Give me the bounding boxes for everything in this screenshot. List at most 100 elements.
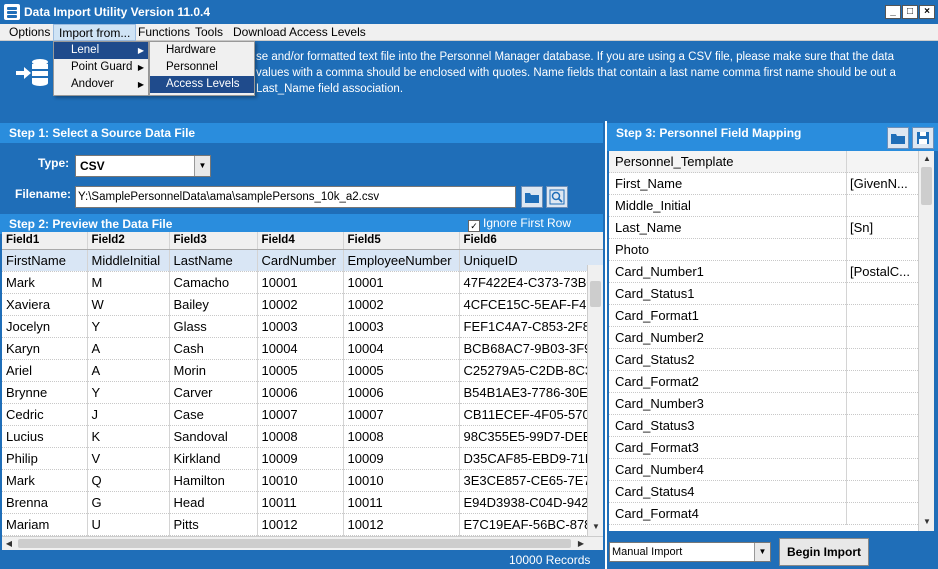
table-row[interactable]: Lucius K Sandoval 10008 10008 98C355E5-99D7-D… — [2, 425, 603, 448]
column-header[interactable]: Field4 — [257, 232, 344, 250]
mapping-row[interactable]: Photo — [609, 239, 918, 261]
scroll-thumb[interactable] — [18, 539, 571, 548]
mapping-field-value[interactable] — [847, 195, 918, 217]
grid-cell: 10005 — [257, 359, 344, 382]
submenu-item-access-levels[interactable]: Access Levels — [150, 76, 254, 93]
table-row[interactable]: Cedric J Case 10007 10007 CB11ECEF-4F05-5701 — [2, 403, 603, 426]
chevron-down-icon[interactable]: ▼ — [754, 543, 770, 561]
menu-functions[interactable]: Functions — [133, 24, 195, 41]
menu-options[interactable]: Options — [4, 24, 55, 41]
table-row[interactable]: Brenna G Head 10011 10011 E94D3938-C04D-9421 — [2, 491, 603, 514]
filename-input[interactable]: Y:\SamplePersonnelData\ama\samplePersons… — [75, 186, 516, 208]
grid-cell: CB11ECEF-4F05-5701 — [459, 403, 603, 426]
save-mapping-button[interactable] — [912, 127, 934, 149]
mapping-row[interactable]: Card_Status1 — [609, 283, 918, 305]
table-row[interactable]: Brynne Y Carver 10006 10006 B54B1AE3-7786-30E… — [2, 381, 603, 404]
open-mapping-button[interactable] — [887, 127, 909, 149]
table-row[interactable]: Jocelyn Y Glass 10003 10003 FEF1C4A7-C853-2F8… — [2, 315, 603, 338]
mapping-field-name: Card_Status2 — [609, 349, 847, 371]
mapping-row[interactable]: Middle_Initial — [609, 195, 918, 217]
mapping-row[interactable]: Card_Format4 — [609, 503, 918, 525]
table-row[interactable]: Mark Q Hamilton 10010 10010 3E3CE857-CE65-7E7… — [2, 469, 603, 492]
grid-cell: Pitts — [169, 513, 258, 536]
begin-import-button[interactable]: Begin Import — [779, 538, 869, 566]
import-menu-item-andover[interactable]: Andover ▶ — [54, 76, 148, 93]
mapping-row[interactable]: Personnel_Template — [609, 151, 918, 173]
menu-download-access-levels[interactable]: Download Access Levels — [228, 24, 371, 41]
import-mode-select[interactable]: Manual Import ▼ — [609, 542, 771, 562]
mapping-field-value[interactable] — [847, 437, 918, 459]
mapping-row[interactable]: Card_Number3 — [609, 393, 918, 415]
column-header[interactable]: Field6 — [459, 232, 603, 250]
table-row[interactable]: Karyn A Cash 10004 10004 BCB68AC7-9B03-3F9 — [2, 337, 603, 360]
mapping-row[interactable]: Card_Status3 — [609, 415, 918, 437]
mapping-vertical-scrollbar[interactable]: ▲ ▼ — [918, 151, 934, 531]
mapping-field-value[interactable] — [847, 349, 918, 371]
mapping-field-value[interactable]: [PostalC... — [847, 261, 918, 283]
scroll-left-icon[interactable]: ◀ — [2, 537, 16, 551]
mapping-field-value[interactable] — [847, 415, 918, 437]
mapping-row[interactable]: Card_Format1 — [609, 305, 918, 327]
grid-cell: E7C19EAF-56BC-878/ — [459, 513, 603, 536]
mapping-field-value[interactable] — [847, 283, 918, 305]
scroll-up-icon[interactable]: ▲ — [920, 152, 934, 166]
ignore-first-row-checkbox[interactable]: ✓ Ignore First Row — [468, 216, 571, 232]
mapping-field-value[interactable] — [847, 151, 918, 173]
mapping-row[interactable]: Card_Number2 — [609, 327, 918, 349]
table-row[interactable]: Mariam U Pitts 10012 10012 E7C19EAF-56BC-878/ — [2, 513, 603, 536]
submenu-arrow-icon: ▶ — [137, 46, 144, 55]
import-menu-item-lenel[interactable]: Lenel ▶ — [54, 42, 148, 59]
scroll-right-icon[interactable]: ▶ — [574, 537, 588, 551]
grid-horizontal-scrollbar[interactable]: ◀ ▶ — [2, 536, 603, 550]
mapping-row[interactable]: Card_Number1 [PostalC... — [609, 261, 918, 283]
column-header[interactable]: Field5 — [343, 232, 460, 250]
submenu-item-hardware[interactable]: Hardware — [150, 42, 254, 59]
table-row[interactable]: Mark M Camacho 10001 10001 47F422E4-C373-73B0 — [2, 271, 603, 294]
mapping-field-value[interactable] — [847, 393, 918, 415]
scroll-down-icon[interactable]: ▼ — [920, 515, 934, 529]
maximize-button[interactable]: □ — [902, 5, 918, 19]
mapping-row[interactable]: Card_Format2 — [609, 371, 918, 393]
minimize-button[interactable]: _ — [885, 5, 901, 19]
menu-tools[interactable]: Tools — [190, 24, 228, 41]
mapping-row[interactable]: Card_Status2 — [609, 349, 918, 371]
browse-folder-button[interactable] — [521, 186, 543, 208]
mapping-field-value[interactable] — [847, 327, 918, 349]
mapping-field-value[interactable] — [847, 371, 918, 393]
table-row[interactable]: Ariel A Morin 10005 10005 C25279A5-C2DB-8C3 — [2, 359, 603, 382]
database-import-icon — [16, 59, 48, 86]
mapping-row[interactable]: Card_Status4 — [609, 481, 918, 503]
column-header[interactable]: Field1 — [2, 232, 88, 250]
grid-cell: Glass — [169, 315, 258, 338]
menu-import-from[interactable]: Import from... — [53, 24, 137, 41]
header-data-row[interactable]: FirstName MiddleInitial LastName CardNum… — [2, 249, 603, 272]
submenu-item-personnel[interactable]: Personnel — [150, 59, 254, 76]
column-header[interactable]: Field2 — [87, 232, 170, 250]
scroll-thumb[interactable] — [590, 281, 601, 307]
close-button[interactable]: × — [919, 5, 935, 19]
mapping-row[interactable]: Last_Name [Sn] — [609, 217, 918, 239]
column-header[interactable]: Field3 — [169, 232, 258, 250]
grid-vertical-scrollbar[interactable]: ▼ — [587, 265, 603, 536]
mapping-row[interactable]: Card_Format3 — [609, 437, 918, 459]
preview-file-button[interactable] — [546, 186, 568, 208]
import-menu-item-point-guard[interactable]: Point Guard ▶ — [54, 59, 148, 76]
mapping-row[interactable]: Card_Number4 — [609, 459, 918, 481]
mapping-field-value[interactable]: [GivenN... — [847, 173, 918, 195]
table-row[interactable]: Xaviera W Bailey 10002 10002 4CFCE15C-5EAF-F4… — [2, 293, 603, 316]
mapping-field-value[interactable] — [847, 503, 918, 525]
scroll-thumb[interactable] — [921, 167, 932, 205]
mapping-field-value[interactable] — [847, 239, 918, 261]
chevron-down-icon[interactable]: ▼ — [194, 156, 210, 176]
mapping-field-value[interactable] — [847, 481, 918, 503]
scroll-down-icon[interactable]: ▼ — [589, 520, 603, 534]
grid-cell: EmployeeNumber — [343, 249, 460, 272]
type-select[interactable]: CSV ▼ — [75, 155, 211, 177]
grid-cell: Head — [169, 491, 258, 514]
mapping-field-value[interactable] — [847, 305, 918, 327]
mapping-field-value[interactable] — [847, 459, 918, 481]
grid-cell: J — [87, 403, 170, 426]
table-row[interactable]: Philip V Kirkland 10009 10009 D35CAF85-EBD9-7… — [2, 447, 603, 470]
mapping-row[interactable]: First_Name [GivenN... — [609, 173, 918, 195]
mapping-field-value[interactable]: [Sn] — [847, 217, 918, 239]
